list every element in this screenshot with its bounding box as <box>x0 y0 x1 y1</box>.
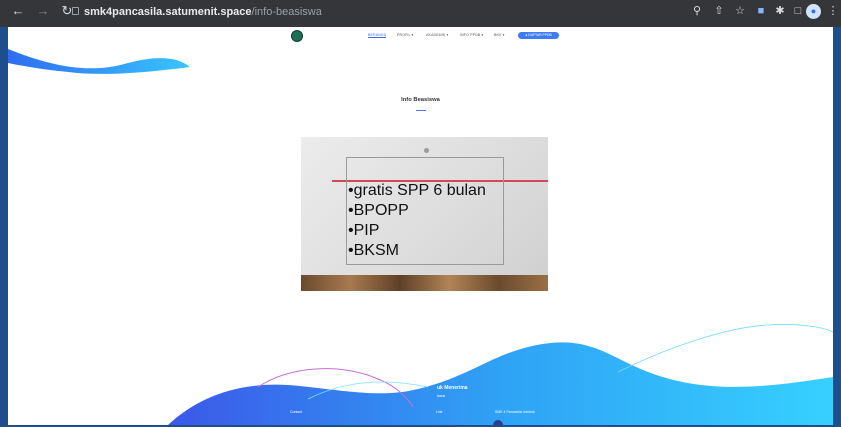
footer-school-label: SMK 4 Pancasila Jombok <box>495 410 535 414</box>
footer-contact-label: Contact <box>290 410 303 414</box>
browser-toolbar: ← → ↻ smk4pancasila.satumenit.space/info… <box>0 0 841 27</box>
arrow-left-icon[interactable]: ← <box>10 3 26 19</box>
menu-dots-icon[interactable]: ⋮ <box>826 4 840 18</box>
arrow-right-icon[interactable]: → <box>35 3 51 19</box>
star-icon[interactable]: ☆ <box>733 4 747 18</box>
nav-bkk[interactable]: BKK ▾ <box>494 33 505 37</box>
zoom-icon[interactable]: ⚲ <box>690 4 704 18</box>
nav-profil[interactable]: PROFIL ▾ <box>397 33 413 37</box>
web-page: BERANDA PROFIL ▾ AKADEMIK ▾ INFO PPDB ▾ … <box>8 27 833 425</box>
nav-akademik[interactable]: AKADEMIK ▾ <box>426 33 448 37</box>
footer-heading: uk Menerima <box>437 385 468 391</box>
nav-info-ppdb[interactable]: INFO PPDB ▾ <box>460 33 483 37</box>
slide-item-bksm: •BKSM <box>348 242 399 259</box>
footer-link-label: Link <box>436 410 443 414</box>
sidepanel-icon[interactable]: □ <box>791 4 805 18</box>
url-path: /info-beasiswa <box>251 6 322 18</box>
page-title: Info Beasiswa <box>401 97 440 103</box>
extension-icon[interactable]: ■ <box>754 4 768 18</box>
profile-avatar[interactable]: ● <box>806 4 821 19</box>
school-logo[interactable] <box>291 30 303 42</box>
address-bar[interactable]: smk4pancasila.satumenit.space/info-beasi… <box>72 3 684 21</box>
rotate-handle-icon <box>424 148 429 153</box>
puzzle-icon[interactable]: ✱ <box>773 4 787 18</box>
title-underline <box>416 110 426 111</box>
slide-item-spp: •gratis SPP 6 bulan <box>348 182 486 199</box>
slide-item-bpopp: •BPOPP <box>348 202 409 219</box>
url-host: smk4pancasila.satumenit.space <box>84 6 252 18</box>
wooden-floor <box>301 275 548 291</box>
scholarship-slide-image: •gratis SPP 6 bulan •BPOPP •PIP •BKSM <box>301 137 548 291</box>
lock-icon <box>72 7 79 15</box>
nav-beranda[interactable]: BERANDA <box>368 33 387 38</box>
site-header: BERANDA PROFIL ▾ AKADEMIK ▾ INFO PPDB ▾ … <box>8 27 833 46</box>
share-icon[interactable]: ⇧ <box>712 4 726 18</box>
daftar-ppdb-button[interactable]: ● DAFTAR PPDB <box>518 32 559 39</box>
footer-subheading: iswa <box>437 393 446 398</box>
slide-item-pip: •PIP <box>348 222 380 239</box>
